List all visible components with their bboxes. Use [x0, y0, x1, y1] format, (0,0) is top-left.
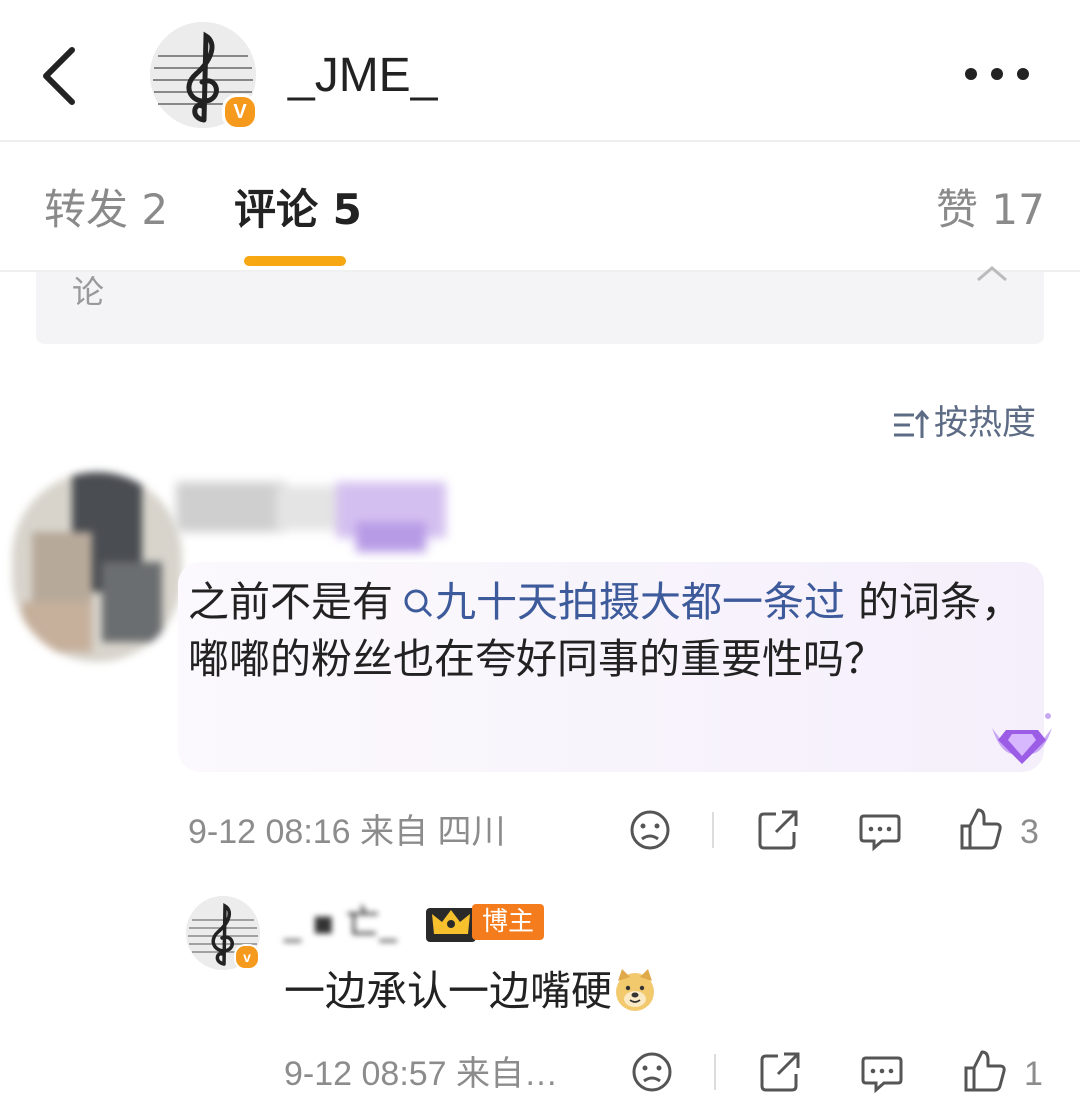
share-icon[interactable] [756, 808, 800, 856]
tab-likes[interactable]: 赞 17 [936, 182, 1045, 238]
author-avatar[interactable]: V [150, 22, 258, 130]
share-icon[interactable] [758, 1050, 802, 1098]
crown-icon [424, 900, 478, 944]
sort-label: 按热度 [934, 403, 1036, 443]
sort-icon [894, 409, 930, 438]
like-count: 3 [1020, 813, 1039, 851]
comment-text-part: 之前不是有 [188, 578, 393, 626]
like-icon[interactable] [962, 1048, 1008, 1098]
comment-input-text: 论 [72, 273, 105, 311]
gem-badge-icon [986, 708, 1058, 772]
divider [714, 1054, 716, 1090]
reply-icon[interactable] [858, 808, 902, 856]
topic-link[interactable]: 九十天拍摄大都一条过 [393, 578, 845, 626]
comment-input-box[interactable] [36, 272, 1044, 344]
dislike-icon[interactable] [628, 808, 672, 856]
like-icon[interactable] [958, 806, 1004, 856]
active-tab-indicator [244, 256, 346, 266]
search-icon [404, 589, 433, 618]
verified-badge-icon: V [222, 94, 258, 130]
tab-reposts[interactable]: 转发 2 [44, 182, 168, 238]
author-name[interactable]: _JME_ [288, 46, 437, 106]
sort-button[interactable]: 按热度 [892, 400, 1036, 446]
owner-badge: 博主 [472, 904, 545, 940]
more-options-icon[interactable] [960, 56, 1034, 92]
commenter-avatar[interactable] [12, 472, 182, 662]
topic-label: 九十天拍摄大都一条过 [435, 578, 845, 626]
divider [712, 812, 714, 848]
reply-icon[interactable] [860, 1050, 904, 1098]
dislike-icon[interactable] [630, 1050, 674, 1098]
like-count: 1 [1024, 1055, 1043, 1093]
comment-text: 之前不是有 九十天拍摄大都一条过 的词条，嘟嘟的粉丝也在夸好同事的重要性吗？ [188, 574, 1028, 688]
commenter-name[interactable] [176, 472, 446, 556]
comment-meta: 9-12 08:16 来自 四川 [188, 813, 506, 851]
back-arrow-icon[interactable] [38, 44, 88, 108]
reply-author-avatar[interactable]: v [186, 896, 260, 970]
collapse-icon[interactable] [974, 262, 1010, 284]
verified-badge-icon: v [234, 944, 260, 970]
tab-comments[interactable]: 评论 5 [234, 182, 362, 238]
doge-emoji-icon [612, 967, 658, 1013]
reply-text: 一边承认一边嘴硬 [284, 962, 658, 1020]
reply-text-content: 一边承认一边嘴硬 [284, 967, 612, 1015]
reply-meta: 9-12 08:57 来自… [284, 1055, 559, 1093]
reply-author-name[interactable]: _ ▪ 亡_ [284, 900, 397, 946]
